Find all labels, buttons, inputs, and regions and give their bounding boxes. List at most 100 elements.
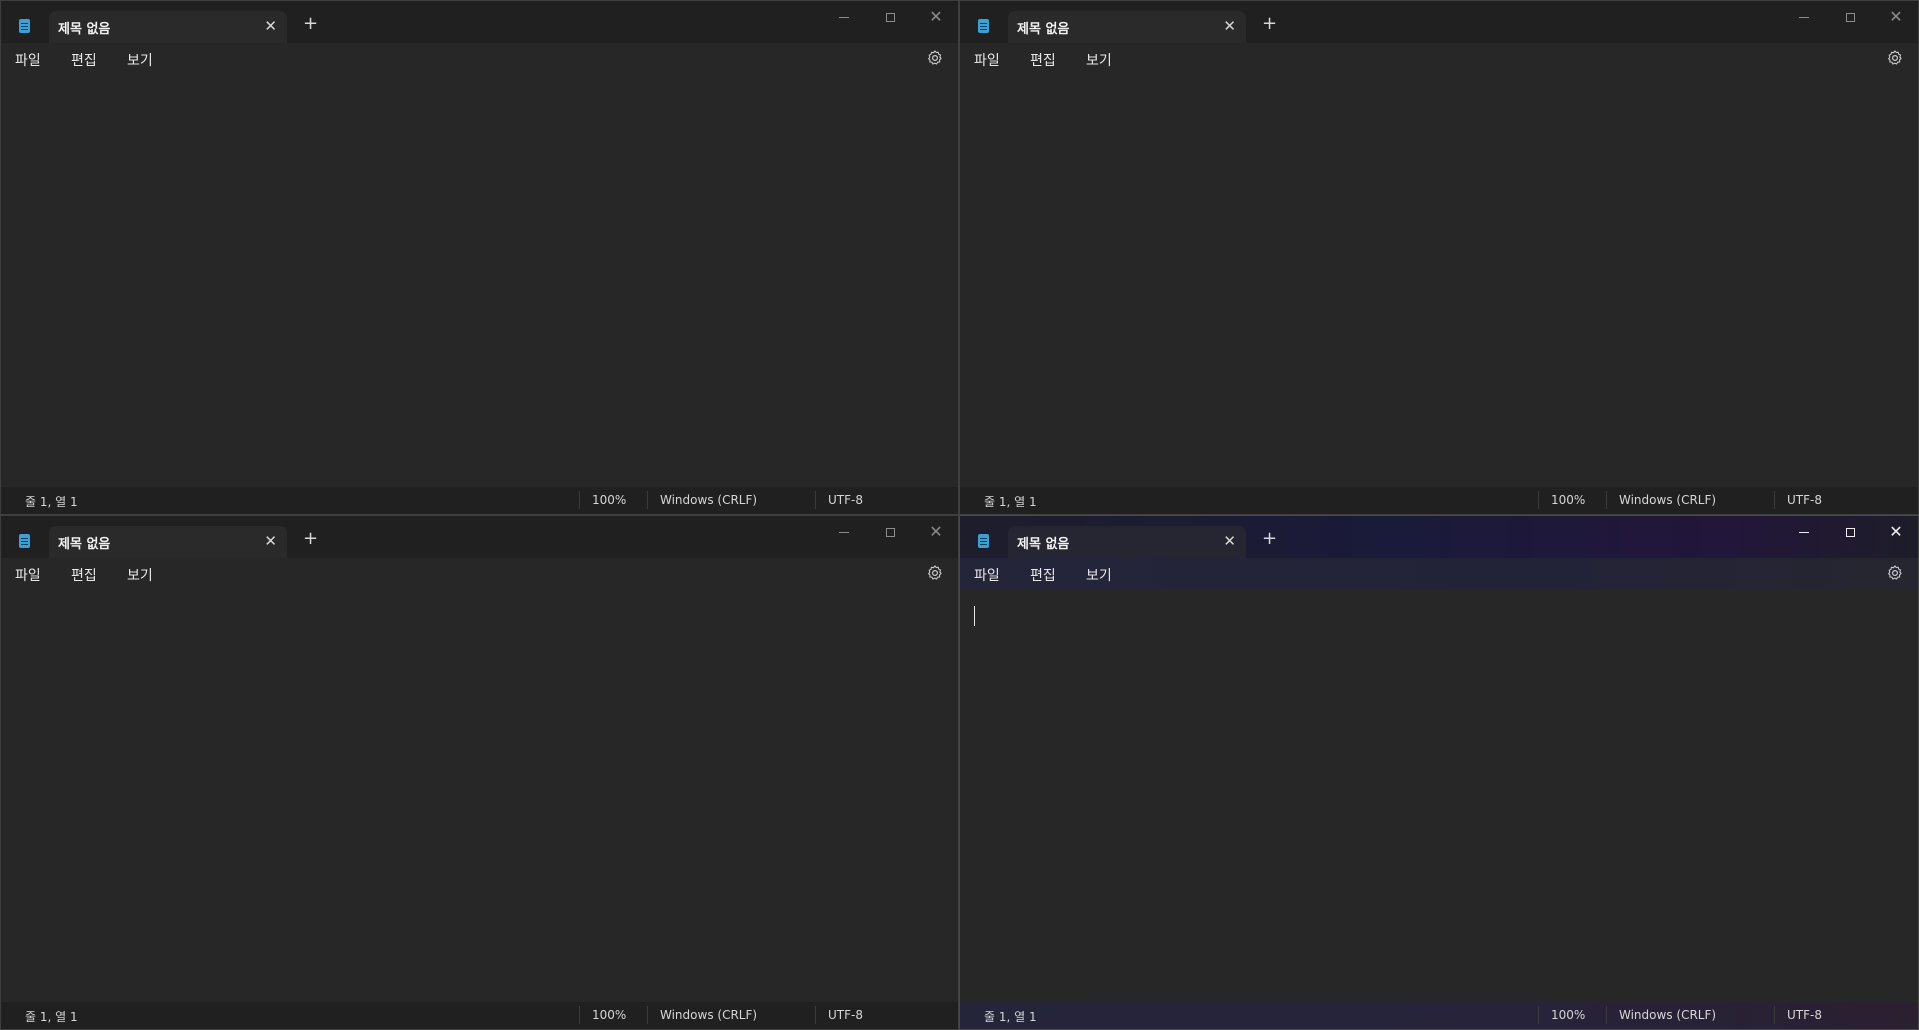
text-editor[interactable]	[1, 590, 958, 1002]
maximize-button[interactable]	[1828, 520, 1872, 544]
title-bar[interactable]: 제목 없음 ✕ + ✕	[1, 516, 958, 558]
notepad-icon	[19, 19, 30, 33]
status-divider	[647, 1006, 648, 1024]
tab-title: 제목 없음	[1017, 22, 1070, 37]
notepad-window-top-left: 제목 없음 ✕ + ✕ 파일 편집 보기 줄 1, 열 1 100% Windo…	[0, 0, 959, 515]
tab-title: 제목 없음	[1017, 537, 1070, 552]
menu-view[interactable]: 보기	[127, 565, 153, 585]
zoom-level: 100%	[592, 1008, 627, 1022]
new-tab-button[interactable]: +	[303, 14, 318, 34]
close-button[interactable]: ✕	[914, 520, 958, 544]
notepad-window-bottom-right: 제목 없음 ✕ + ✕ 파일 편집 보기 줄 1, 열 1 100% Windo…	[959, 515, 1919, 1030]
text-editor[interactable]	[1, 75, 958, 487]
line-ending: Windows (CRLF)	[1619, 493, 1717, 507]
zoom-level: 100%	[592, 493, 627, 507]
minimize-icon	[839, 531, 849, 533]
tab-untitled[interactable]: 제목 없음 ✕	[1008, 526, 1246, 558]
notepad-icon	[978, 534, 989, 548]
minimize-icon	[1799, 531, 1809, 533]
maximize-icon	[885, 12, 895, 22]
text-editor[interactable]	[960, 590, 1918, 1002]
zoom-level: 100%	[1551, 1008, 1586, 1022]
minimize-icon	[839, 16, 849, 18]
minimize-button[interactable]	[822, 520, 866, 544]
status-divider	[647, 491, 648, 509]
tab-untitled[interactable]: 제목 없음 ✕	[49, 11, 287, 43]
status-divider	[579, 1006, 580, 1024]
menu-edit[interactable]: 편집	[71, 50, 97, 70]
encoding: UTF-8	[828, 493, 863, 507]
status-divider	[1538, 1006, 1539, 1024]
new-tab-button[interactable]: +	[1262, 529, 1277, 549]
menu-edit[interactable]: 편집	[1030, 565, 1056, 585]
close-button[interactable]: ✕	[1874, 520, 1918, 544]
maximize-icon	[885, 527, 895, 537]
menu-file[interactable]: 파일	[974, 50, 1000, 70]
tab-close-icon[interactable]: ✕	[264, 16, 277, 36]
gear-icon[interactable]	[926, 49, 944, 67]
title-bar[interactable]: 제목 없음 ✕ + ✕	[960, 516, 1918, 558]
notepad-window-bottom-left: 제목 없음 ✕ + ✕ 파일 편집 보기 줄 1, 열 1 100% Windo…	[0, 515, 959, 1030]
gear-icon[interactable]	[926, 564, 944, 582]
tab-title: 제목 없음	[58, 537, 111, 552]
cursor-position: 줄 1, 열 1	[25, 495, 78, 509]
minimize-button[interactable]	[822, 5, 866, 29]
menu-bar: 파일 편집 보기	[1, 558, 958, 590]
gear-icon[interactable]	[1886, 49, 1904, 67]
line-ending: Windows (CRLF)	[660, 493, 758, 507]
tab-title: 제목 없음	[58, 22, 111, 37]
status-divider	[1538, 491, 1539, 509]
gear-icon[interactable]	[1886, 564, 1904, 582]
status-divider	[815, 1006, 816, 1024]
text-caret	[974, 606, 975, 626]
menu-bar: 파일 편집 보기	[960, 43, 1918, 75]
tab-untitled[interactable]: 제목 없음 ✕	[49, 526, 287, 558]
status-divider	[815, 491, 816, 509]
status-bar: 줄 1, 열 1 100% Windows (CRLF) UTF-8	[1, 487, 958, 514]
menu-file[interactable]: 파일	[974, 565, 1000, 585]
zoom-level: 100%	[1551, 493, 1586, 507]
notepad-icon	[978, 19, 989, 33]
status-divider	[1774, 491, 1775, 509]
close-icon: ✕	[1889, 522, 1903, 541]
tab-untitled[interactable]: 제목 없음 ✕	[1008, 11, 1246, 43]
menu-view[interactable]: 보기	[1086, 565, 1112, 585]
title-bar[interactable]: 제목 없음 ✕ + ✕	[1, 1, 958, 43]
close-button[interactable]: ✕	[1874, 5, 1918, 29]
menu-file[interactable]: 파일	[15, 565, 41, 585]
notepad-icon	[19, 534, 30, 548]
close-button[interactable]: ✕	[914, 5, 958, 29]
status-bar: 줄 1, 열 1 100% Windows (CRLF) UTF-8	[960, 1002, 1918, 1029]
line-ending: Windows (CRLF)	[660, 1008, 758, 1022]
status-divider	[1606, 1006, 1607, 1024]
encoding: UTF-8	[828, 1008, 863, 1022]
menu-view[interactable]: 보기	[1086, 50, 1112, 70]
text-editor[interactable]	[960, 75, 1918, 487]
title-bar[interactable]: 제목 없음 ✕ + ✕	[960, 1, 1918, 43]
menu-file[interactable]: 파일	[15, 50, 41, 70]
status-divider	[579, 491, 580, 509]
tab-close-icon[interactable]: ✕	[264, 531, 277, 551]
menu-edit[interactable]: 편집	[1030, 50, 1056, 70]
minimize-icon	[1799, 16, 1809, 18]
menu-edit[interactable]: 편집	[71, 565, 97, 585]
menu-bar: 파일 편집 보기	[1, 43, 958, 75]
new-tab-button[interactable]: +	[303, 529, 318, 549]
tab-close-icon[interactable]: ✕	[1223, 531, 1236, 551]
maximize-button[interactable]	[868, 520, 912, 544]
maximize-button[interactable]	[1828, 5, 1872, 29]
maximize-button[interactable]	[868, 5, 912, 29]
notepad-window-top-right: 제목 없음 ✕ + ✕ 파일 편집 보기 줄 1, 열 1 100% Windo…	[959, 0, 1919, 515]
status-divider	[1606, 491, 1607, 509]
status-bar: 줄 1, 열 1 100% Windows (CRLF) UTF-8	[1, 1002, 958, 1029]
line-ending: Windows (CRLF)	[1619, 1008, 1717, 1022]
new-tab-button[interactable]: +	[1262, 14, 1277, 34]
encoding: UTF-8	[1787, 493, 1822, 507]
minimize-button[interactable]	[1782, 5, 1826, 29]
maximize-icon	[1845, 12, 1855, 22]
status-divider	[1774, 1006, 1775, 1024]
minimize-button[interactable]	[1782, 520, 1826, 544]
tab-close-icon[interactable]: ✕	[1223, 16, 1236, 36]
menu-view[interactable]: 보기	[127, 50, 153, 70]
cursor-position: 줄 1, 열 1	[984, 495, 1037, 509]
